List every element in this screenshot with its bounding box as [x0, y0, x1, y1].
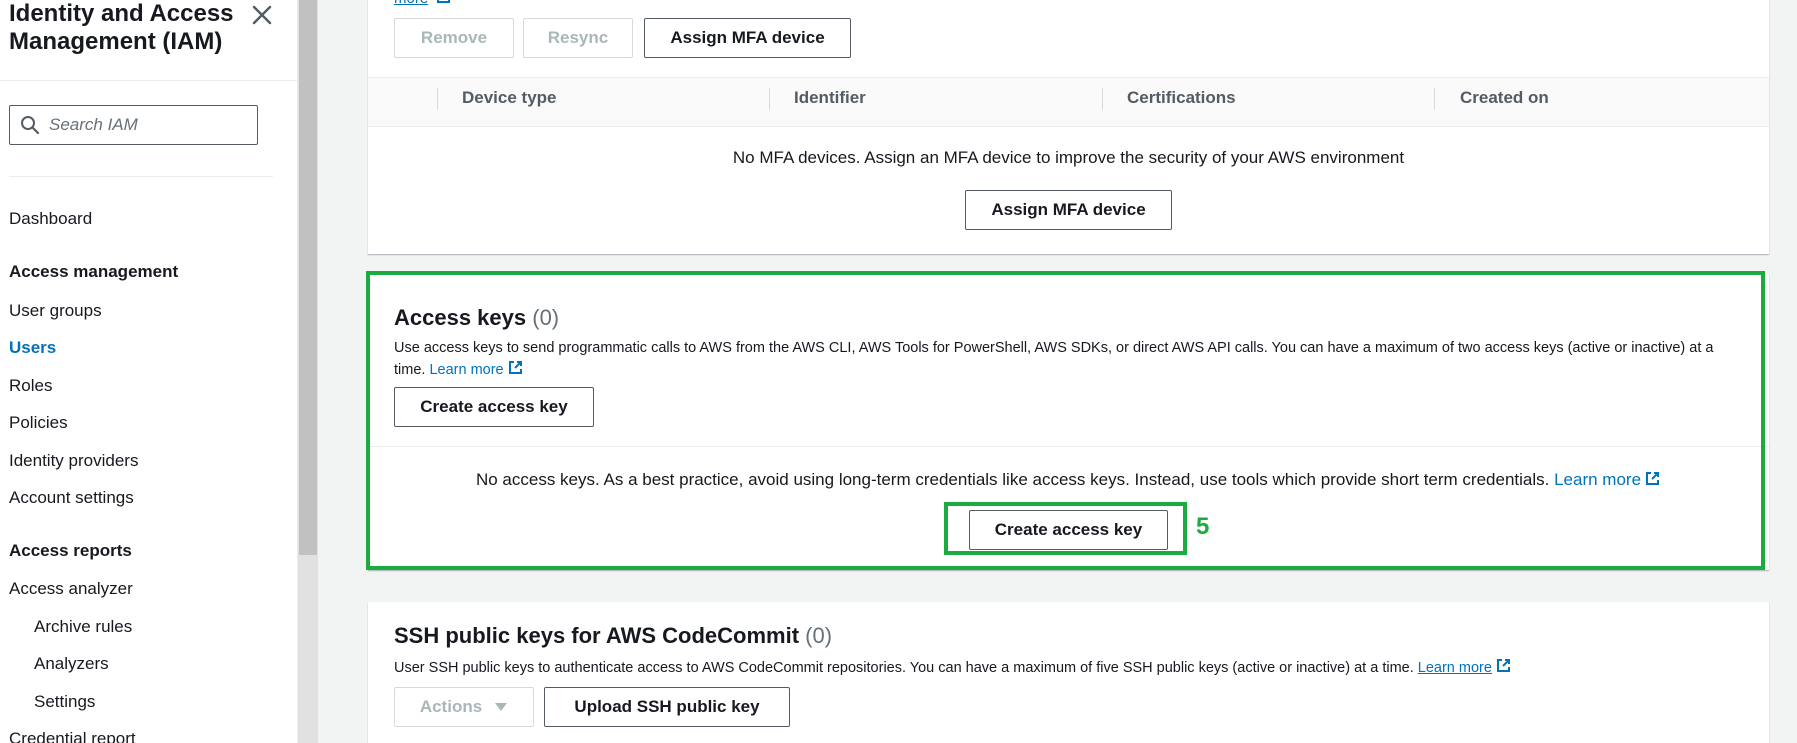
create-access-key-button[interactable]: Create access key — [394, 387, 594, 427]
sidebar-section-access-reports: Access reports — [9, 541, 132, 560]
sidebar-item-identity-providers[interactable]: Identity providers — [9, 451, 138, 471]
access-keys-description-block: Use access keys to send programmatic cal… — [394, 338, 1744, 381]
assign-mfa-device-empty-button[interactable]: Assign MFA device — [965, 190, 1172, 230]
ssh-keys-learn-more-link[interactable]: Learn more — [1418, 660, 1492, 676]
column-divider — [769, 88, 770, 110]
column-divider — [437, 88, 438, 110]
ssh-public-keys-panel: SSH public keys for AWS CodeCommit (0) U… — [368, 602, 1769, 743]
access-keys-title: Access keys — [394, 305, 527, 330]
caret-down-icon — [495, 703, 508, 711]
mfa-empty-message: No MFA devices. Assign an MFA device to … — [732, 148, 1405, 167]
access-keys-empty-learn-more-link[interactable]: Learn more — [1554, 470, 1641, 489]
ssh-keys-count: (0) — [805, 623, 833, 648]
actions-label: Actions — [419, 697, 483, 716]
column-divider — [1434, 88, 1435, 110]
close-icon[interactable] — [249, 2, 275, 28]
access-keys-panel: Access keys (0) Use access keys to send … — [368, 274, 1769, 570]
sidebar-item-analyzers[interactable]: Analyzers — [34, 654, 109, 674]
sidebar-item-credential-report[interactable]: Credential report — [9, 729, 136, 743]
access-keys-empty-message-block: No access keys. As a best practice, avoi… — [368, 470, 1769, 490]
sidebar-divider — [0, 80, 298, 81]
search-box[interactable] — [9, 105, 258, 145]
column-header-identifier[interactable]: Identifier — [794, 88, 866, 108]
access-keys-empty-message: No access keys. As a best practice, avoi… — [475, 470, 1550, 489]
sidebar-item-policies[interactable]: Policies — [9, 413, 68, 433]
sidebar-title: Identity and Access Management (IAM) — [9, 0, 234, 55]
resync-button[interactable]: Resync — [523, 18, 633, 58]
mfa-learn-more-fragment: more — [394, 0, 452, 7]
ssh-keys-description-block: User SSH public keys to authenticate acc… — [394, 657, 1512, 679]
sidebar: Identity and Access Management (IAM) Das… — [0, 0, 298, 743]
column-header-certifications[interactable]: Certifications — [1127, 88, 1236, 108]
ssh-keys-heading: SSH public keys for AWS CodeCommit (0) — [394, 623, 832, 649]
panel-divider — [368, 446, 1769, 447]
sidebar-item-archive-rules[interactable]: Archive rules — [34, 617, 132, 637]
sidebar-item-users[interactable]: Users — [9, 338, 56, 358]
external-link-icon — [1646, 472, 1660, 485]
sidebar-item-user-groups[interactable]: User groups — [9, 301, 102, 321]
scrollbar-thumb[interactable] — [299, 0, 317, 555]
sidebar-section-access-management: Access management — [9, 262, 179, 281]
column-header-created-on[interactable]: Created on — [1460, 88, 1549, 108]
external-link-icon — [508, 361, 522, 374]
upload-ssh-public-key-button[interactable]: Upload SSH public key — [544, 687, 790, 727]
ssh-keys-title: SSH public keys for AWS CodeCommit — [394, 623, 800, 648]
ssh-keys-description: User SSH public keys to authenticate acc… — [394, 660, 1414, 676]
external-link-icon — [1496, 659, 1510, 672]
access-keys-heading: Access keys (0) — [394, 305, 559, 331]
external-link-icon — [437, 0, 451, 3]
access-keys-description: Use access keys to send programmatic cal… — [394, 340, 1714, 378]
create-access-key-empty-button[interactable]: Create access key — [969, 510, 1168, 550]
access-keys-count: (0) — [532, 305, 560, 330]
step-number-label: 5 — [1196, 513, 1210, 540]
actions-dropdown[interactable]: Actions — [394, 687, 534, 727]
mfa-devices-panel: more Remove Resync Assign MFA device Dev… — [368, 0, 1769, 254]
sidebar-divider — [9, 176, 273, 177]
remove-button[interactable]: Remove — [394, 18, 514, 58]
column-divider — [1102, 88, 1103, 110]
sidebar-item-settings[interactable]: Settings — [34, 692, 95, 712]
mfa-learn-more-link[interactable]: more — [394, 0, 428, 7]
sidebar-item-dashboard[interactable]: Dashboard — [9, 209, 92, 229]
sidebar-item-roles[interactable]: Roles — [9, 376, 52, 396]
search-input[interactable] — [49, 115, 249, 135]
sidebar-item-access-analyzer[interactable]: Access analyzer — [9, 579, 133, 599]
access-keys-learn-more-link[interactable]: Learn more — [429, 362, 503, 378]
assign-mfa-device-button[interactable]: Assign MFA device — [644, 18, 851, 58]
sidebar-item-account-settings[interactable]: Account settings — [9, 488, 134, 508]
mfa-table-header — [368, 77, 1769, 127]
column-header-device-type[interactable]: Device type — [462, 88, 557, 108]
search-icon — [21, 116, 40, 135]
